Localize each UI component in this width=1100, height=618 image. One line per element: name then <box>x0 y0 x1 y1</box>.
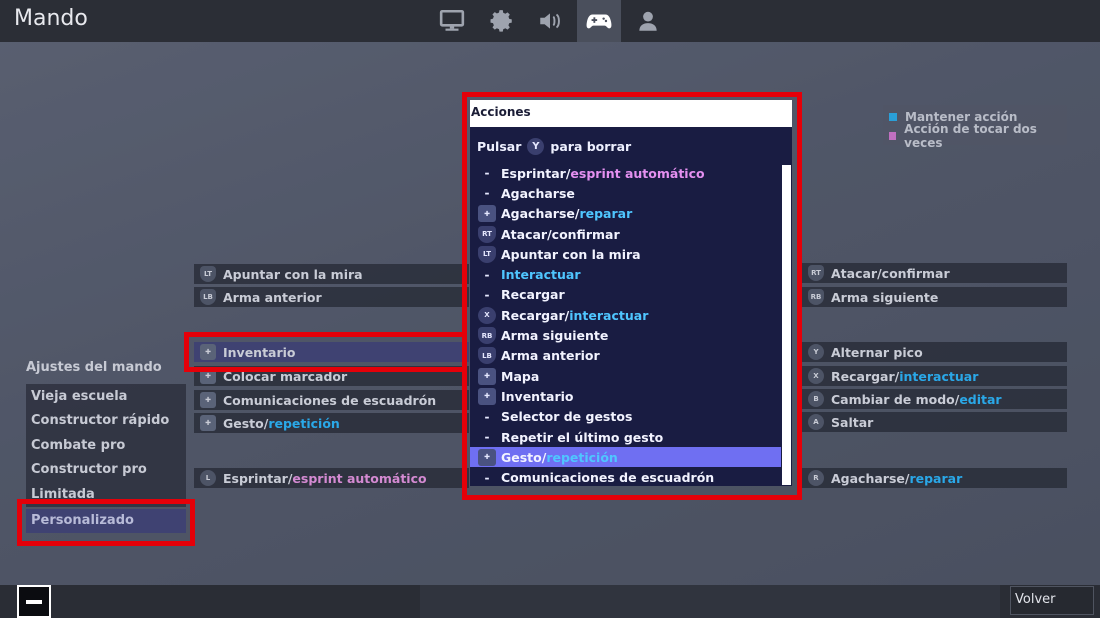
tab-video[interactable] <box>430 0 474 42</box>
gamepad-icon <box>586 14 612 29</box>
mapping-alt-label: editar <box>959 391 1002 407</box>
top-bar: Mando <box>0 0 1100 42</box>
b-button-icon: B <box>808 391 824 407</box>
mapping-right-trigger[interactable]: RT Atacar/confirmar <box>802 263 1067 283</box>
settings-title: Ajustes del mando <box>26 360 162 375</box>
left-trigger-icon: LT <box>200 266 216 282</box>
mapping-alt-label: esprint automático <box>292 470 427 486</box>
tab-account[interactable] <box>626 0 670 42</box>
page-title: Mando <box>14 6 88 31</box>
mapping-alt-label: reparar <box>909 470 963 486</box>
tab-audio[interactable] <box>528 0 572 42</box>
mapping-label: Atacar/confirmar <box>831 265 950 281</box>
mapping-label: Arma anterior <box>223 289 322 305</box>
legend-double-tap-swatch <box>889 131 897 140</box>
preset-old-school[interactable]: Vieja escuela <box>26 384 186 409</box>
mapping-label: Alternar pico <box>831 344 923 360</box>
mapping-alt-label: repetición <box>268 415 340 431</box>
mapping-label: Cambiar de modo/ <box>831 391 960 407</box>
mapping-x-button[interactable]: X Recargar/interactuar <box>802 366 1067 386</box>
back-button[interactable]: Volver <box>1010 586 1094 615</box>
bottom-bar <box>0 585 1100 618</box>
highlight-inventory <box>184 332 467 372</box>
user-icon <box>639 11 657 31</box>
legend-double-tap: Acción de tocar dos veces <box>889 122 1061 150</box>
gear-icon <box>490 10 512 32</box>
left-bumper-icon: LB <box>200 289 216 305</box>
preset-quick-builder[interactable]: Constructor rápido <box>26 408 186 433</box>
y-button-icon: Y <box>808 344 824 360</box>
mapping-label: Recargar/ <box>831 368 900 384</box>
right-stick-icon: R <box>808 470 824 486</box>
right-trigger-icon: RT <box>808 265 824 281</box>
mapping-label: Saltar <box>831 414 874 430</box>
dpad-right-icon: ✚ <box>200 392 216 408</box>
legend: Mantener acción Acción de tocar dos vece… <box>883 105 1067 150</box>
mapping-left-bumper[interactable]: LB Arma anterior <box>194 287 469 307</box>
mapping-label: Esprintar/ <box>223 470 293 486</box>
monitor-icon <box>439 9 465 31</box>
x-button-icon: X <box>808 368 824 384</box>
mapping-left-trigger[interactable]: LT Apuntar con la mira <box>194 264 469 284</box>
highlight-custom <box>17 499 195 546</box>
mapping-dpad-right[interactable]: ✚ Comunicaciones de escuadrón <box>194 390 469 410</box>
mapping-a-button[interactable]: A Saltar <box>802 412 1067 432</box>
mapping-y-button[interactable]: Y Alternar pico <box>802 342 1067 362</box>
mapping-label: Arma siguiente <box>831 289 939 305</box>
mapping-dpad-down[interactable]: ✚ Gesto/repetición <box>194 413 469 433</box>
mapping-label: Comunicaciones de escuadrón <box>223 392 437 408</box>
a-button-icon: A <box>808 414 824 430</box>
dpad-down-icon: ✚ <box>200 415 216 431</box>
right-bumper-icon: RB <box>808 289 824 305</box>
left-stick-icon: L <box>200 470 216 486</box>
legend-double-tap-label: Acción de tocar dos veces <box>904 121 1037 150</box>
mapping-right-stick[interactable]: R Agacharse/reparar <box>802 468 1067 488</box>
preset-builder-pro[interactable]: Constructor pro <box>26 457 186 482</box>
mapping-label: Gesto/ <box>223 415 269 431</box>
mapping-alt-label: interactuar <box>899 368 979 384</box>
speaker-icon <box>540 13 560 29</box>
legend-hold-swatch <box>889 112 897 121</box>
mapping-label: Agacharse/ <box>831 470 910 486</box>
tab-game-settings[interactable] <box>480 0 524 42</box>
mapping-right-bumper[interactable]: RB Arma siguiente <box>802 287 1067 307</box>
mapping-left-stick[interactable]: L Esprintar/esprint automático <box>194 468 469 488</box>
bottom-bar-center <box>420 585 1000 618</box>
mapping-label: Apuntar con la mira <box>223 266 363 282</box>
preset-combat-pro[interactable]: Combate pro <box>26 433 186 458</box>
highlight-actions <box>462 92 802 500</box>
tab-controller[interactable] <box>577 0 621 42</box>
mapping-b-button[interactable]: B Cambiar de modo/editar <box>802 389 1067 409</box>
minus-button-icon[interactable] <box>17 585 51 618</box>
